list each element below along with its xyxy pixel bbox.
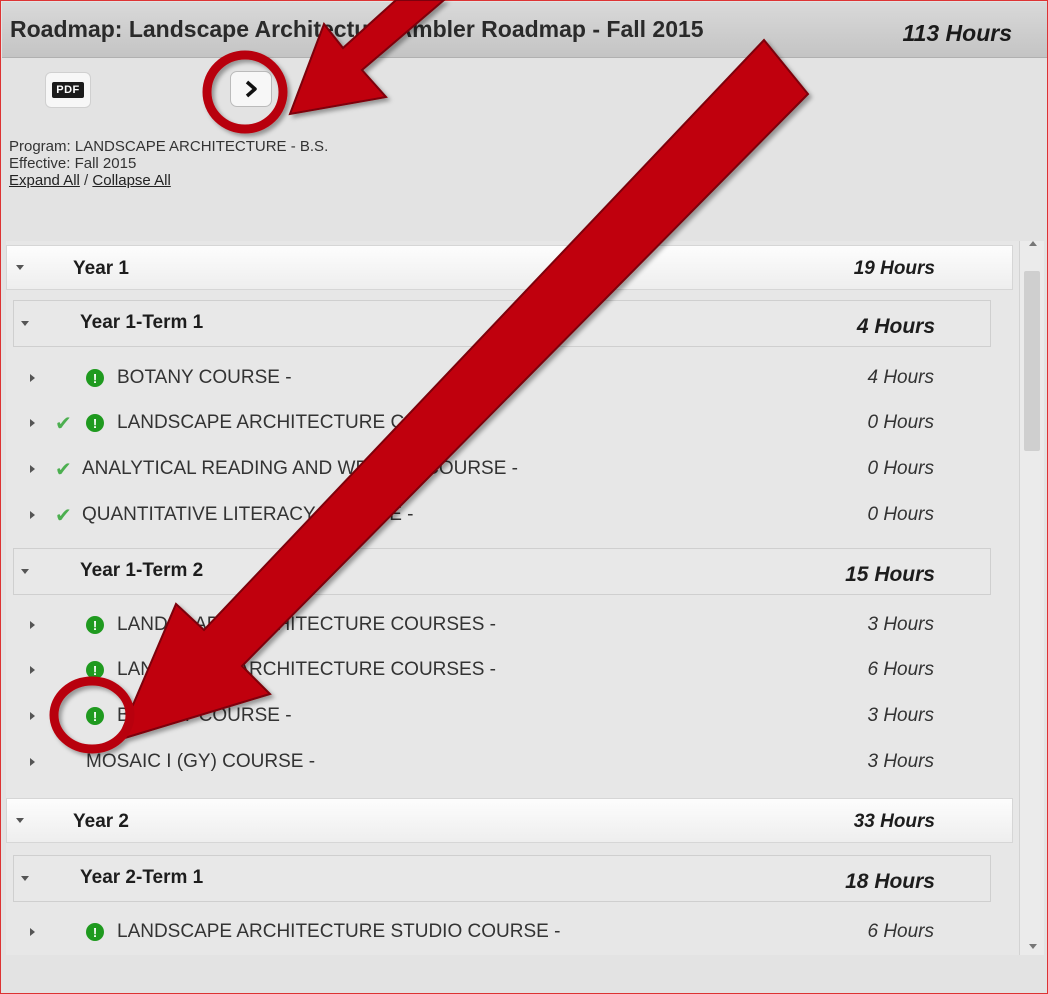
course-row[interactable]: ! LANDSCAPE ARCHITECTURE STUDIO COURSE -…	[6, 913, 1006, 953]
roadmap-window: Roadmap: Landscape Architecture Ambler R…	[0, 0, 1048, 994]
next-button[interactable]	[230, 71, 272, 107]
year-hours: 19 Hours	[853, 258, 935, 279]
chevron-right-icon	[245, 80, 257, 98]
course-hours: 3 Hours	[867, 705, 934, 726]
course-row[interactable]: ! BOTANY COURSE - 3 Hours	[6, 697, 1006, 737]
total-hours: 113 Hours	[902, 20, 1012, 46]
caret-right-icon	[30, 374, 35, 382]
caret-down-icon	[16, 818, 24, 823]
pdf-icon: PDF	[52, 82, 84, 98]
caret-down-icon	[21, 321, 29, 326]
course-row[interactable]: ! LANDSCAPE ARCHITECTURE COURSES - 6 Hou…	[6, 651, 1006, 691]
program-line: Program: LANDSCAPE ARCHITECTURE - B.S.	[9, 138, 329, 155]
alert-icon: !	[86, 923, 104, 941]
caret-right-icon	[30, 465, 35, 473]
pdf-button[interactable]: PDF	[45, 72, 91, 108]
vertical-scrollbar[interactable]	[1019, 241, 1044, 955]
year-row-year-2[interactable]: Year 2 33 Hours	[6, 798, 1013, 843]
course-hours: 4 Hours	[867, 367, 934, 388]
course-hours: 3 Hours	[867, 751, 934, 772]
checkmark-icon: ✔	[55, 459, 72, 481]
page-title: Roadmap: Landscape Architecture Ambler R…	[10, 16, 704, 42]
caret-right-icon	[30, 621, 35, 629]
term-hours: 4 Hours	[856, 315, 935, 338]
course-hours: 3 Hours	[867, 614, 934, 635]
alert-icon: !	[86, 661, 104, 679]
caret-down-icon	[16, 265, 24, 270]
course-label: LANDSCAPE ARCHITECTURE STUDIO COURSE -	[117, 921, 561, 942]
caret-down-icon	[21, 876, 29, 881]
course-row[interactable]: ! LANDSCAPE ARCHITECTURE COURSES - 3 Hou…	[6, 606, 1006, 646]
course-label: LANDSCAPE ARCHITECTURE COURSE -	[117, 412, 484, 433]
expand-all-link[interactable]: Expand All	[9, 172, 80, 189]
course-label: BOTANY COURSE -	[117, 367, 292, 388]
caret-right-icon	[30, 419, 35, 427]
alert-icon: !	[86, 616, 104, 634]
collapse-all-link[interactable]: Collapse All	[92, 172, 170, 189]
checkmark-icon: ✔	[55, 505, 72, 527]
expand-collapse-links: Expand All / Collapse All	[9, 172, 328, 189]
year-label: Year 1	[73, 258, 129, 279]
course-row[interactable]: MOSAIC I (GY) COURSE - 3 Hours	[6, 743, 1006, 783]
course-label: QUANTITATIVE LITERACY COURSE -	[82, 504, 414, 525]
caret-right-icon	[30, 758, 35, 766]
caret-right-icon	[30, 666, 35, 674]
course-row[interactable]: ✔ ANALYTICAL READING AND WRITING COURSE …	[6, 450, 1006, 490]
course-label: ANALYTICAL READING AND WRITING COURSE -	[82, 458, 518, 479]
course-label: MOSAIC I (GY) COURSE -	[86, 751, 316, 772]
course-row[interactable]: ✔ QUANTITATIVE LITERACY COURSE - 0 Hours	[6, 496, 1006, 536]
term-label: Year 1-Term 1	[80, 312, 204, 333]
term-hours: 15 Hours	[845, 563, 935, 586]
alert-icon: !	[86, 707, 104, 725]
term-hours: 18 Hours	[845, 870, 935, 893]
program-info: Program: LANDSCAPE ARCHITECTURE - B.S. E…	[9, 138, 328, 189]
alert-icon: !	[86, 369, 104, 387]
caret-right-icon	[30, 712, 35, 720]
scrollbar-thumb[interactable]	[1024, 271, 1040, 451]
year-hours: 33 Hours	[853, 811, 935, 832]
course-hours: 6 Hours	[867, 921, 934, 942]
term-row-year-1-term-1[interactable]: Year 1-Term 1 4 Hours	[13, 300, 991, 347]
course-hours: 0 Hours	[867, 504, 934, 525]
course-row[interactable]: ✔ ! LANDSCAPE ARCHITECTURE COURSE - 0 Ho…	[6, 404, 1006, 444]
alert-icon: !	[86, 414, 104, 432]
caret-down-icon	[21, 569, 29, 574]
caret-right-icon	[30, 511, 35, 519]
year-row-year-1[interactable]: Year 1 19 Hours	[6, 245, 1013, 290]
scroll-up-icon[interactable]	[1029, 241, 1037, 246]
term-row-year-1-term-2[interactable]: Year 1-Term 2 15 Hours	[13, 548, 991, 595]
course-label: BOTANY COURSE -	[117, 705, 292, 726]
title-bar: Roadmap: Landscape Architecture Ambler R…	[2, 2, 1047, 58]
term-label: Year 1-Term 2	[80, 560, 204, 581]
year-label: Year 2	[73, 811, 129, 832]
course-label: LANDSCAPE ARCHITECTURE COURSES -	[117, 614, 497, 635]
course-hours: 0 Hours	[867, 458, 934, 479]
course-row[interactable]: ! BOTANY COURSE - 4 Hours	[6, 359, 1006, 399]
effective-line: Effective: Fall 2015	[9, 155, 137, 172]
roadmap-tree: Year 1 19 Hours Year 1-Term 1 4 Hours ! …	[6, 241, 1044, 955]
caret-right-icon	[30, 928, 35, 936]
link-separator: /	[79, 172, 93, 189]
scroll-down-icon[interactable]	[1029, 944, 1037, 949]
course-hours: 0 Hours	[867, 412, 934, 433]
term-row-year-2-term-1[interactable]: Year 2-Term 1 18 Hours	[13, 855, 991, 902]
course-hours: 6 Hours	[867, 659, 934, 680]
course-label: LANDSCAPE ARCHITECTURE COURSES -	[117, 659, 497, 680]
checkmark-icon: ✔	[55, 413, 72, 435]
term-label: Year 2-Term 1	[80, 867, 204, 888]
